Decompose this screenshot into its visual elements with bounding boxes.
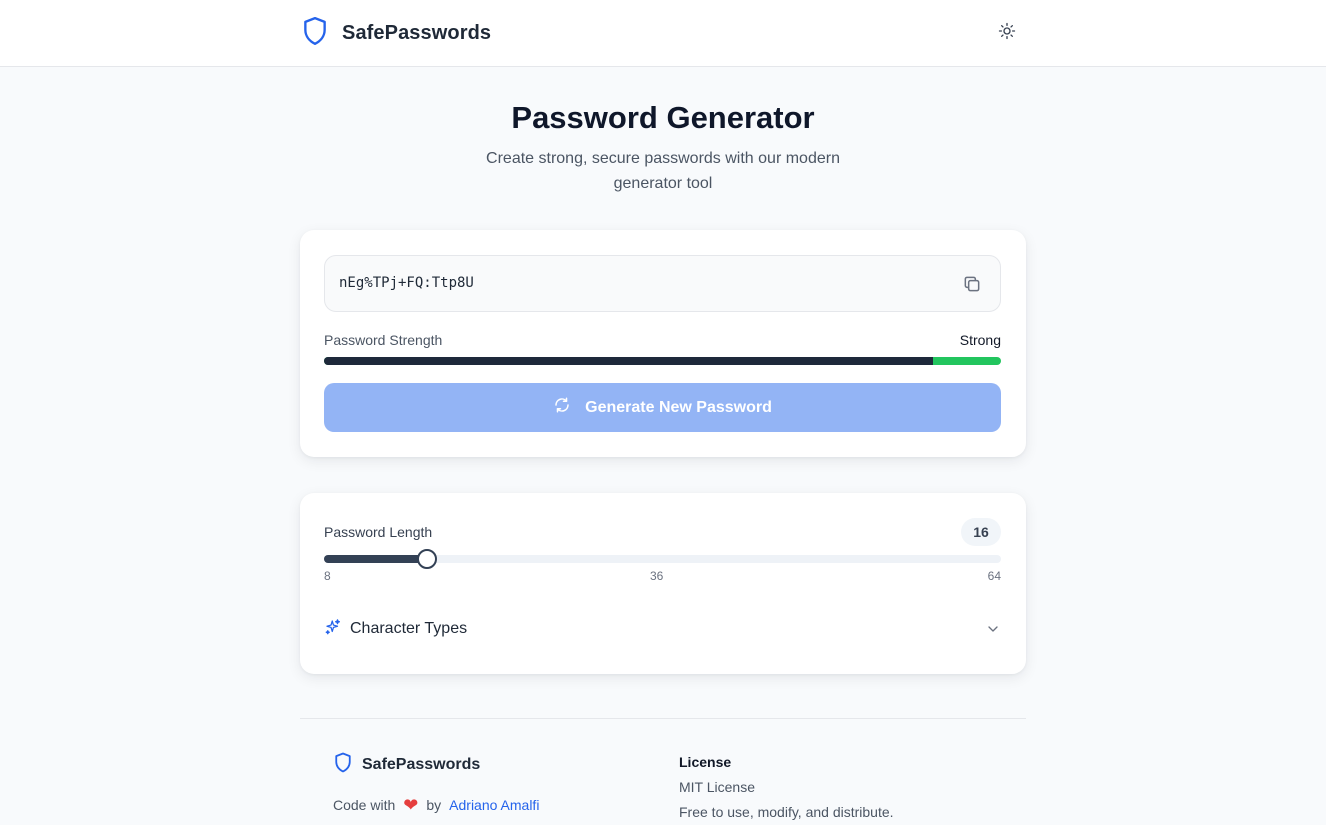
footer-credit: Code with ❤ by Adriano Amalfi [333,796,539,814]
strength-meter [324,357,1001,365]
strength-value: Strong [959,332,1001,348]
page-title: Password Generator [511,100,815,135]
top-nav: SafePasswords [0,0,1326,67]
page-subtitle: Create strong, secure passwords with our… [486,150,840,192]
sun-icon [998,22,1016,45]
license-description: Free to use, modify, and distribute. [679,804,894,820]
strength-label: Password Strength [324,332,443,348]
options-card: Password Length 16 8 36 64 Character Typ… [300,493,1026,674]
generate-password-button[interactable]: Generate New Password [324,383,1001,432]
character-types-label: Character Types [350,620,468,637]
slider-mid-label: 36 [650,569,664,583]
footer-brand-name: SafePasswords [362,756,481,773]
length-slider[interactable] [324,549,1001,569]
footer-brand: SafePasswords [334,752,481,778]
character-types-toggle[interactable]: Character Types [324,612,1001,646]
chevron-down-icon [985,621,1001,637]
copy-icon[interactable] [962,274,982,294]
brand-name: SafePasswords [342,21,492,44]
strength-meter-fill [324,357,934,365]
length-label: Password Length [324,524,433,540]
credit-by: by [426,797,442,813]
brand[interactable]: SafePasswords [302,16,492,51]
generate-button-label: Generate New Password [585,398,772,416]
license-heading: License [679,754,732,770]
footer-divider [300,718,1026,719]
length-slider-fill [324,555,427,563]
theme-toggle-button[interactable] [994,20,1020,46]
credit-prefix: Code with [333,797,396,813]
shield-icon [334,752,352,778]
sparkles-icon [324,618,342,641]
length-value-badge: 16 [961,518,1001,546]
password-text[interactable]: nEg%TPj+FQ:Ttp8U [339,275,474,291]
length-slider-thumb[interactable] [416,549,437,569]
license-name: MIT License [679,779,755,795]
slider-max-label: 64 [987,569,1001,583]
author-link[interactable]: Adriano Amalfi [449,797,539,813]
password-output[interactable]: nEg%TPj+FQ:Ttp8U [324,255,1001,312]
shield-icon [302,16,328,51]
password-card: nEg%TPj+FQ:Ttp8U Password Strength Stron… [300,230,1026,457]
slider-min-label: 8 [324,569,331,583]
heart-icon: ❤ [403,795,419,815]
refresh-icon [553,396,571,419]
